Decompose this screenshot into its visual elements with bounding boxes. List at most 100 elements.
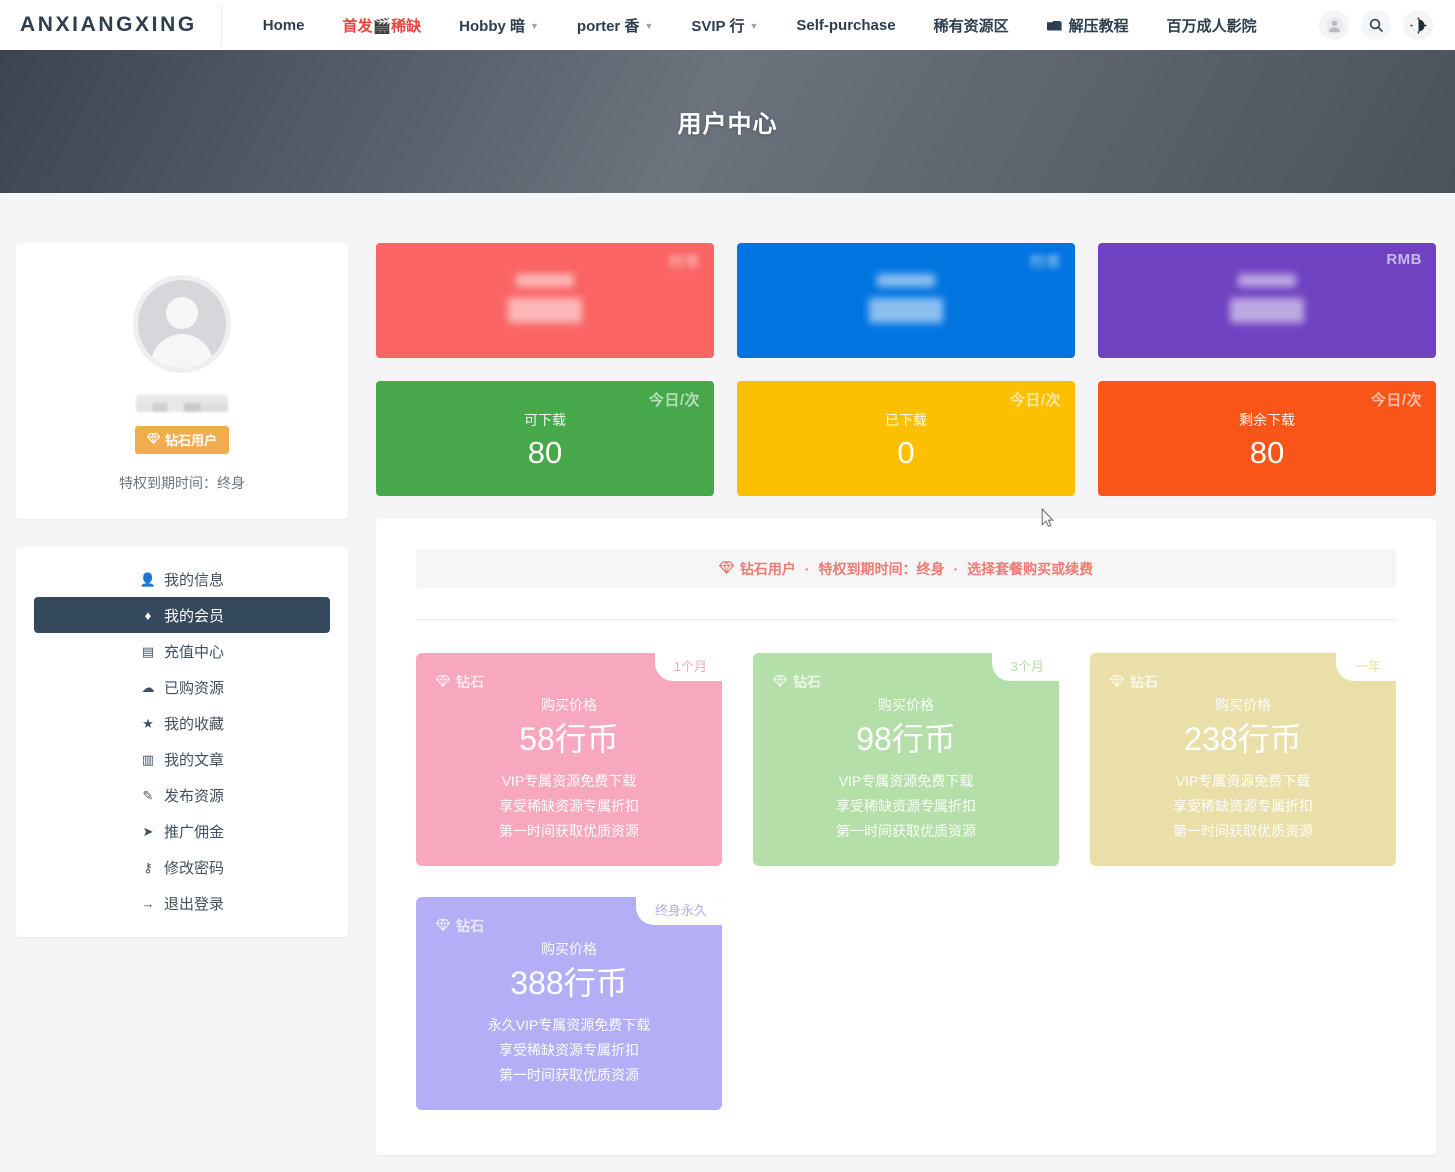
page-title: 用户中心 xyxy=(677,111,778,138)
sidebar-item-label: 退出登录 xyxy=(163,895,224,913)
username-masked xyxy=(136,395,228,412)
plan-brand-label: 钻石 xyxy=(1130,674,1158,690)
page-hero: 用户中心 xyxy=(0,50,1455,193)
plan-brand: 钻石 xyxy=(772,672,821,692)
nav-item-label: porter 香 xyxy=(576,17,640,35)
notice-text-3: 选择套餐购买或续费 xyxy=(967,560,1094,577)
avatar[interactable] xyxy=(133,275,231,373)
status-badge-label: 钻石用户 xyxy=(164,433,217,448)
nav-item-label: 首发🎬稀缺 xyxy=(342,17,422,35)
plan-brand: 钻石 xyxy=(1109,672,1158,692)
sidebar-item-2[interactable]: ▤ 充值中心 xyxy=(34,633,330,669)
sidebar-item-label: 推广佣金 xyxy=(163,823,224,841)
plan-duration-ribbon: 1个月 xyxy=(654,653,722,681)
plan-price-label: 购买价格 xyxy=(1215,697,1271,713)
sidebar-item-0[interactable]: 👤 我的信息 xyxy=(34,561,330,597)
chevron-down-icon: ▼ xyxy=(530,21,539,31)
stat-card-tag: RMB xyxy=(1386,251,1422,268)
stat-card-downloads-available[interactable]: 今日/次 可下载 80 xyxy=(376,381,714,496)
plan-feature: 享受稀缺资源专属折扣 xyxy=(499,1042,639,1059)
stat-card-downloads-used[interactable]: 今日/次 已下载 0 xyxy=(737,381,1075,496)
plan-card-1[interactable]: 3个月 钻石 购买价格 98行币 VIP专属资源免费下载 享受稀缺资源专属折扣 第一时间获取… xyxy=(753,653,1059,866)
plan-brand-label: 钻石 xyxy=(456,918,484,934)
plan-feature: 永久VIP专属资源免费下载 xyxy=(487,1017,651,1034)
nav-item-4[interactable]: SVIP 行 ▼ xyxy=(672,15,777,36)
plan-brand: 钻石 xyxy=(435,916,484,936)
plan-feature: VIP专属资源免费下载 xyxy=(501,773,637,790)
stat-card-value xyxy=(1230,297,1304,328)
plan-duration-ribbon: 3个月 xyxy=(991,653,1059,681)
plan-price: 98行币 xyxy=(856,721,956,757)
stat-card-coin-consumed[interactable]: 行币 xyxy=(737,243,1075,358)
membership-notice: 钻石用户 · 特权到期时间：终身 · 选择套餐购买或续费 xyxy=(416,549,1396,588)
stat-card-label xyxy=(1238,273,1296,290)
navbar-divider xyxy=(220,4,222,46)
nav-item-7[interactable]: 解压教程 xyxy=(1028,15,1148,36)
pencil-icon: ✎ xyxy=(142,787,154,803)
plan-price-label: 购买价格 xyxy=(541,697,597,713)
plan-price: 58行币 xyxy=(519,721,619,757)
nav-item-0[interactable]: Home xyxy=(244,17,324,34)
sidebar-item-7[interactable]: ➤ 推广佣金 xyxy=(34,813,330,849)
dark-mode-icon[interactable] xyxy=(1403,10,1433,40)
sidebar-item-9[interactable]: → 退出登录 xyxy=(34,885,330,921)
sidebar-item-8[interactable]: ⚷ 修改密码 xyxy=(34,849,330,885)
diamond-icon xyxy=(435,918,451,934)
sidebar-item-5[interactable]: ▥ 我的文章 xyxy=(34,741,330,777)
plan-feature: 享受稀缺资源专属折扣 xyxy=(1173,798,1313,815)
plan-price-label: 购买价格 xyxy=(878,697,934,713)
plan-feature: VIP专属资源免费下载 xyxy=(1175,773,1311,790)
diamond-icon xyxy=(772,674,788,690)
key-icon: ⚷ xyxy=(143,859,153,875)
user-icon: 👤 xyxy=(139,571,157,587)
diamond-icon xyxy=(1109,674,1125,690)
plan-feature: 第一时间获取优质资源 xyxy=(499,1067,639,1084)
panel-divider xyxy=(416,619,1396,620)
stat-card-value: 0 xyxy=(897,434,915,470)
nav-item-3[interactable]: porter 香 ▼ xyxy=(558,15,672,36)
plan-duration-ribbon: 一年 xyxy=(1335,653,1396,681)
stat-cards-top: 行币 行币 RMB xyxy=(376,243,1436,358)
plan-cards: 1个月 钻石 购买价格 58行币 VIP专属资源免费下载 享受稀缺资源专属折扣 第一时间获取… xyxy=(416,653,1396,1110)
plan-feature: VIP专属资源免费下载 xyxy=(838,773,974,790)
plan-price: 238行币 xyxy=(1184,721,1302,757)
stat-card-tag: 行币 xyxy=(668,254,700,271)
plan-duration-ribbon: 终身永久 xyxy=(635,897,722,925)
sidebar-item-label: 我的会员 xyxy=(163,607,224,625)
sidebar-item-6[interactable]: ✎ 发布资源 xyxy=(34,777,330,813)
sidebar-item-label: 修改密码 xyxy=(163,859,224,877)
stat-card-value xyxy=(508,297,582,328)
site-logo[interactable]: ANXIANGXING xyxy=(20,13,221,37)
plan-card-2[interactable]: 一年 钻石 购买价格 238行币 VIP专属资源免费下载 享受稀缺资源专属折扣 第一时间获取… xyxy=(1090,653,1396,866)
sidebar-item-3[interactable]: ☁ 已购资源 xyxy=(34,669,330,705)
plan-feature: 享受稀缺资源专属折扣 xyxy=(836,798,976,815)
stat-card-coin-balance[interactable]: 行币 xyxy=(376,243,714,358)
stat-card-value: 80 xyxy=(1249,434,1285,470)
plan-card-0[interactable]: 1个月 钻石 购买价格 58行币 VIP专属资源免费下载 享受稀缺资源专属折扣 第一时间获取… xyxy=(416,653,722,866)
account-icon[interactable] xyxy=(1319,10,1349,40)
notice-separator: · xyxy=(953,560,959,577)
privilege-expiry: 特权到期时间：终身 xyxy=(119,475,245,491)
stat-card-downloads-remaining[interactable]: 今日/次 剩余下载 80 xyxy=(1098,381,1436,496)
diamond-icon xyxy=(146,432,161,447)
nav-item-label: 百万成人影院 xyxy=(1166,17,1257,35)
nav-item-1[interactable]: 首发🎬稀缺 xyxy=(323,15,440,36)
plan-card-3[interactable]: 终身永久 钻石 购买价格 388行币 永久VIP专属资源免费下载 享受稀缺资源专属折扣 第一… xyxy=(416,897,722,1110)
navbar-actions xyxy=(1319,10,1433,40)
sidebar-item-label: 发布资源 xyxy=(163,787,224,805)
sidebar-item-4[interactable]: ★ 我的收藏 xyxy=(34,705,330,741)
sidebar-item-1[interactable]: ♦ 我的会员 xyxy=(34,597,330,633)
nav-item-label: Self-purchase xyxy=(796,16,896,34)
nav-item-8[interactable]: 百万成人影院 xyxy=(1148,15,1276,36)
logout-icon: → xyxy=(141,895,155,911)
nav-item-5[interactable]: Self-purchase xyxy=(777,17,914,34)
paper-plane-icon: ➤ xyxy=(142,823,154,839)
search-icon[interactable] xyxy=(1361,10,1391,40)
nav-item-6[interactable]: 稀有资源区 xyxy=(915,15,1028,36)
nav-item-2[interactable]: Hobby 暗 ▼ xyxy=(440,15,558,36)
main-content: 行币 行币 RMB 今日/次 可下载 80 今日/次 已下载 0 今日/次 剩余下载 80 钻石用户… xyxy=(376,243,1436,1155)
stat-card-rmb-balance[interactable]: RMB xyxy=(1098,243,1436,358)
sidebar-item-label: 已购资源 xyxy=(163,679,224,697)
plan-brand-label: 钻石 xyxy=(456,674,484,690)
sidebar-item-label: 我的收藏 xyxy=(163,715,224,733)
